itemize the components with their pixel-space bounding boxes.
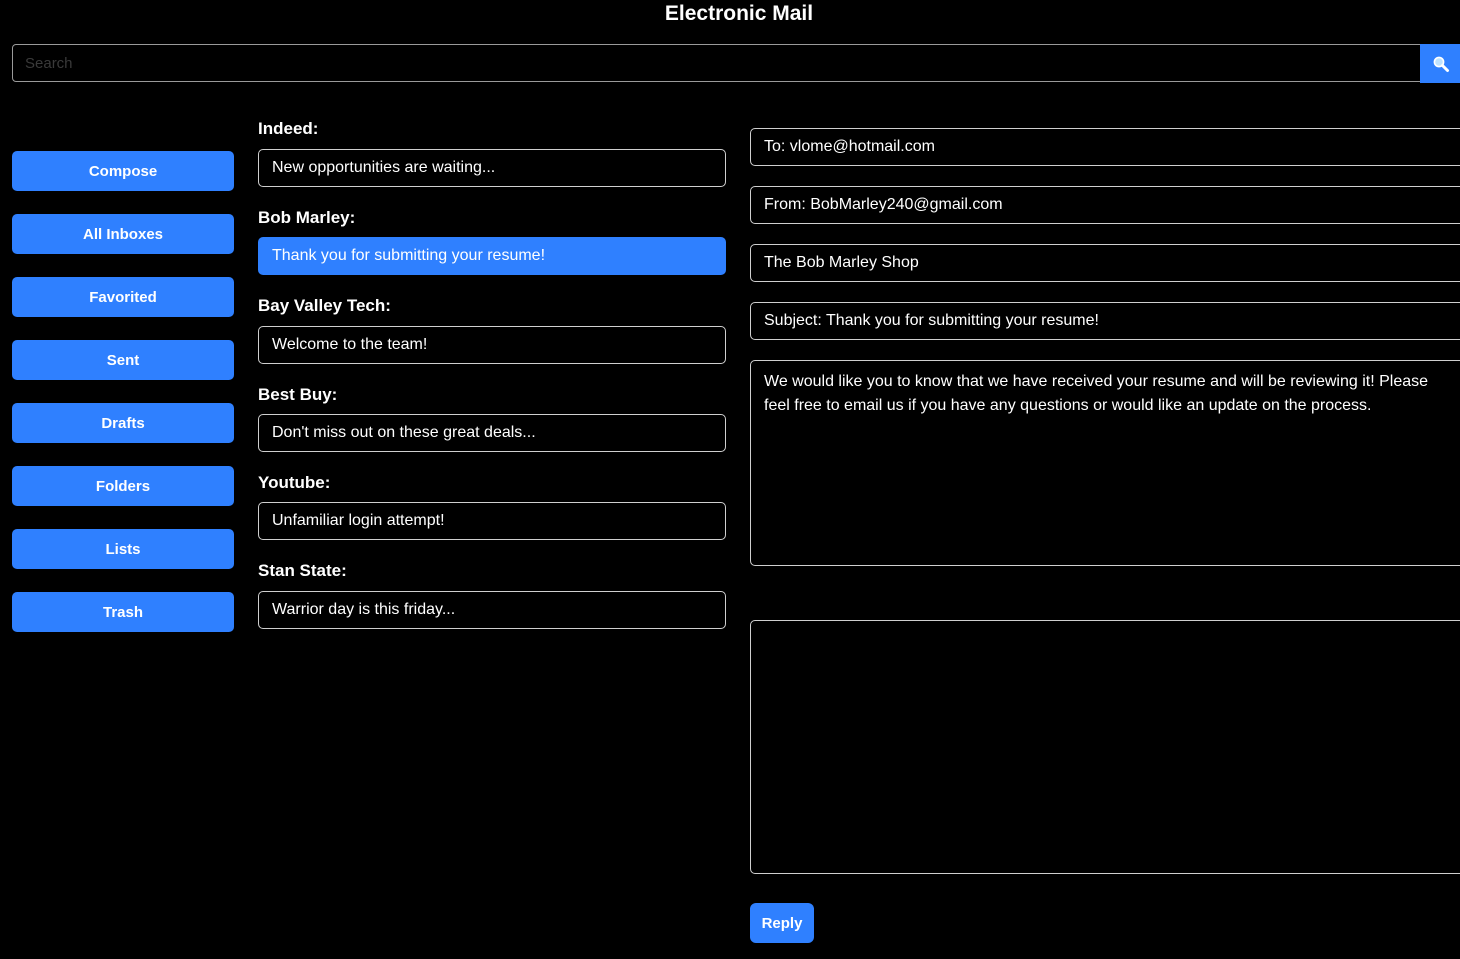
email-body-text: We would like you to know that we have r…	[764, 373, 1429, 414]
subject-field: Subject: Thank you for submitting your r…	[750, 302, 1460, 340]
sidebar-item-folders[interactable]: Folders	[12, 466, 234, 506]
message-sender: Stan State:	[258, 561, 347, 580]
message-sender: Bay Valley Tech:	[258, 296, 391, 315]
message-sender: Bob Marley:	[258, 208, 356, 227]
message-item[interactable]: Warrior day is this friday...	[258, 591, 726, 629]
search-button[interactable]	[1420, 44, 1460, 83]
message-item[interactable]: Unfamiliar login attempt!	[258, 502, 726, 540]
reply-button[interactable]: Reply	[750, 903, 814, 943]
sidebar-item-sent[interactable]: Sent	[12, 340, 234, 380]
compose-button[interactable]: Compose	[12, 151, 234, 191]
magnifier-icon	[1433, 56, 1449, 72]
email-body: We would like you to know that we have r…	[750, 360, 1460, 566]
search-input[interactable]	[12, 44, 1421, 82]
from-field: From: BobMarley240@gmail.com	[750, 186, 1460, 224]
sidebar-item-lists[interactable]: Lists	[12, 529, 234, 569]
reply-textarea[interactable]	[750, 620, 1460, 874]
message-sender: Indeed:	[258, 119, 319, 138]
sidebar-item-favorited[interactable]: Favorited	[12, 277, 234, 317]
to-field: To: vlome@hotmail.com	[750, 128, 1460, 166]
message-sender: Youtube:	[258, 473, 331, 492]
message-item[interactable]: Don't miss out on these great deals...	[258, 414, 726, 452]
sidebar-item-drafts[interactable]: Drafts	[12, 403, 234, 443]
message-item[interactable]: Welcome to the team!	[258, 326, 726, 364]
sidebar-item-all-inboxes[interactable]: All Inboxes	[12, 214, 234, 254]
organization-field: The Bob Marley Shop	[750, 244, 1460, 282]
message-item-selected[interactable]: Thank you for submitting your resume!	[258, 237, 726, 275]
sidebar-item-trash[interactable]: Trash	[12, 592, 234, 632]
app-title: Electronic Mail	[664, 2, 814, 25]
message-item[interactable]: New opportunities are waiting...	[258, 149, 726, 187]
message-sender: Best Buy:	[258, 385, 338, 404]
